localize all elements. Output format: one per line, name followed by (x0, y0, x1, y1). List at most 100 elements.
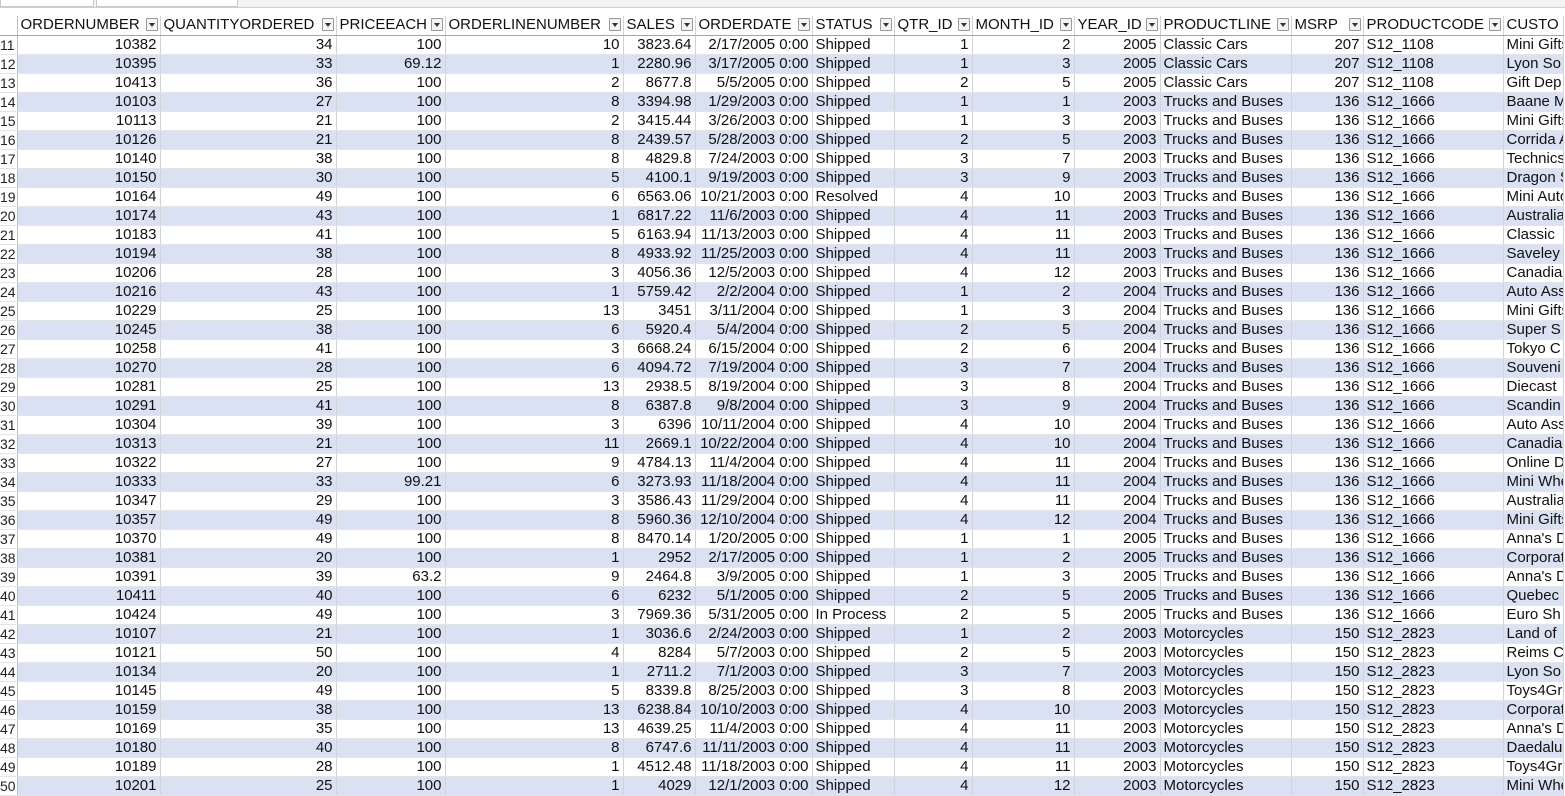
table-cell[interactable]: 136 (1291, 339, 1364, 359)
table-cell[interactable]: 10103 (17, 92, 161, 112)
table-cell[interactable]: 2003 (1074, 662, 1161, 682)
table-cell[interactable]: 4100.1 (623, 168, 696, 188)
table-cell[interactable]: 100 (336, 339, 446, 359)
row-number[interactable]: 23 (0, 263, 18, 283)
table-cell[interactable]: 49 (160, 529, 337, 549)
table-cell[interactable]: 21 (160, 624, 337, 644)
table-cell[interactable]: Shipped (812, 244, 895, 264)
row-number[interactable]: 29 (0, 377, 18, 397)
table-cell[interactable]: Shipped (812, 415, 895, 435)
row-number[interactable]: 25 (0, 301, 18, 321)
table-cell[interactable]: 8 (445, 244, 624, 264)
table-cell[interactable]: 5920.4 (623, 320, 696, 340)
table-cell[interactable]: Australia (1503, 206, 1564, 226)
table-cell[interactable]: 8 (445, 510, 624, 530)
table-cell[interactable]: 2003 (1074, 681, 1161, 701)
table-cell[interactable]: S12_2823 (1363, 700, 1504, 720)
table-cell[interactable]: Toys4Gr (1503, 757, 1564, 777)
table-cell[interactable]: 2005 (1074, 54, 1161, 74)
top-tab[interactable] (0, 0, 94, 7)
table-cell[interactable]: 2/17/2005 0:00 (695, 35, 813, 55)
table-cell[interactable]: 2/24/2003 0:00 (695, 624, 813, 644)
table-cell[interactable]: S12_2823 (1363, 776, 1504, 796)
table-cell[interactable]: Motorcycles (1160, 776, 1292, 796)
table-cell[interactable]: 4 (445, 643, 624, 663)
table-cell[interactable]: 100 (336, 282, 446, 302)
table-cell[interactable]: 2003 (1074, 187, 1161, 207)
table-cell[interactable]: 10313 (17, 434, 161, 454)
table-cell[interactable]: 35 (160, 719, 337, 739)
table-cell[interactable]: Motorcycles (1160, 643, 1292, 663)
table-cell[interactable]: 6747.6 (623, 738, 696, 758)
table-cell[interactable]: 11 (972, 719, 1075, 739)
table-cell[interactable]: 2004 (1074, 491, 1161, 511)
column-header[interactable]: QUANTITYORDERED (160, 16, 337, 36)
table-cell[interactable]: Shipped (812, 111, 895, 131)
table-cell[interactable]: 2004 (1074, 396, 1161, 416)
table-cell[interactable]: S12_1666 (1363, 282, 1504, 302)
table-cell[interactable]: 2003 (1074, 206, 1161, 226)
table-cell[interactable]: S12_1666 (1363, 472, 1504, 492)
table-cell[interactable]: 1 (894, 282, 973, 302)
row-number[interactable]: 31 (0, 415, 18, 435)
table-cell[interactable]: 10229 (17, 301, 161, 321)
row-number[interactable]: 16 (0, 130, 18, 150)
table-cell[interactable]: 3273.93 (623, 472, 696, 492)
table-cell[interactable]: 4 (894, 263, 973, 283)
table-cell[interactable]: Motorcycles (1160, 738, 1292, 758)
table-cell[interactable]: Shipped (812, 776, 895, 796)
table-cell[interactable]: 10245 (17, 320, 161, 340)
table-cell[interactable]: 136 (1291, 301, 1364, 321)
table-cell[interactable]: 6387.8 (623, 396, 696, 416)
table-cell[interactable]: 2280.96 (623, 54, 696, 74)
column-header[interactable]: PRODUCTCODE (1363, 16, 1504, 36)
table-cell[interactable]: 100 (336, 681, 446, 701)
table-cell[interactable]: 3586.43 (623, 491, 696, 511)
row-number[interactable]: 35 (0, 491, 18, 511)
table-cell[interactable]: S12_2823 (1363, 643, 1504, 663)
table-cell[interactable]: 3/9/2005 0:00 (695, 567, 813, 587)
table-cell[interactable]: 2004 (1074, 453, 1161, 473)
table-cell[interactable]: Motorcycles (1160, 719, 1292, 739)
table-cell[interactable]: Shipped (812, 472, 895, 492)
table-cell[interactable]: S12_1666 (1363, 453, 1504, 473)
table-cell[interactable]: 2003 (1074, 149, 1161, 169)
table-cell[interactable]: 20 (160, 548, 337, 568)
table-cell[interactable]: Motorcycles (1160, 700, 1292, 720)
filter-dropdown-icon[interactable] (1145, 18, 1158, 31)
table-cell[interactable]: 2 (894, 643, 973, 663)
table-cell[interactable]: 136 (1291, 567, 1364, 587)
table-cell[interactable]: 3415.44 (623, 111, 696, 131)
table-cell[interactable]: S12_1666 (1363, 263, 1504, 283)
row-number[interactable]: 50 (0, 776, 18, 796)
table-cell[interactable]: 7969.36 (623, 605, 696, 625)
table-cell[interactable]: Trucks and Buses (1160, 358, 1292, 378)
table-cell[interactable]: 136 (1291, 491, 1364, 511)
table-cell[interactable]: 4 (894, 206, 973, 226)
table-cell[interactable]: Euro Sh (1503, 605, 1564, 625)
table-cell[interactable]: S12_1666 (1363, 415, 1504, 435)
table-cell[interactable]: 10206 (17, 263, 161, 283)
table-cell[interactable]: Gift Dep (1503, 73, 1564, 93)
table-cell[interactable]: 136 (1291, 130, 1364, 150)
table-cell[interactable]: Trucks and Buses (1160, 605, 1292, 625)
table-cell[interactable]: 2669.1 (623, 434, 696, 454)
table-cell[interactable]: Motorcycles (1160, 681, 1292, 701)
table-cell[interactable]: 10140 (17, 149, 161, 169)
table-cell[interactable]: Trucks and Buses (1160, 453, 1292, 473)
row-number[interactable]: 28 (0, 358, 18, 378)
filter-dropdown-icon[interactable] (1348, 18, 1361, 31)
table-cell[interactable]: 10189 (17, 757, 161, 777)
table-cell[interactable]: 136 (1291, 320, 1364, 340)
table-cell[interactable]: 10121 (17, 643, 161, 663)
table-cell[interactable]: S12_2823 (1363, 624, 1504, 644)
table-cell[interactable]: Shipped (812, 73, 895, 93)
table-cell[interactable]: S12_1666 (1363, 206, 1504, 226)
table-cell[interactable]: 136 (1291, 472, 1364, 492)
table-cell[interactable]: Shipped (812, 396, 895, 416)
table-cell[interactable]: 11/25/2003 0:00 (695, 244, 813, 264)
table-cell[interactable]: Daedalu (1503, 738, 1564, 758)
table-cell[interactable]: 38 (160, 149, 337, 169)
table-cell[interactable]: 2003 (1074, 111, 1161, 131)
table-cell[interactable]: 7/1/2003 0:00 (695, 662, 813, 682)
